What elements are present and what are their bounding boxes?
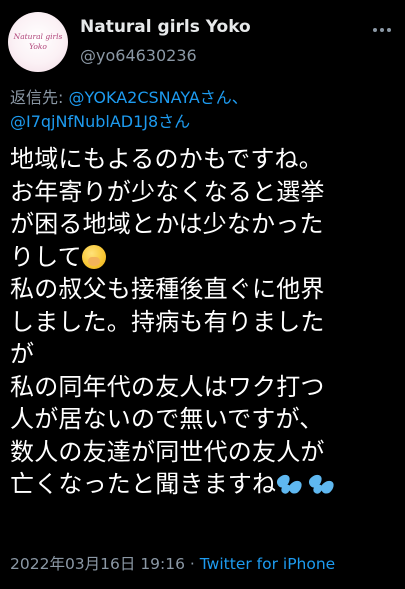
tweet-timestamp[interactable]: 2022年03月16日 19:16	[10, 555, 185, 573]
more-horizontal-icon[interactable]	[370, 20, 394, 40]
reply-prefix: 返信先:	[10, 88, 69, 107]
sweat-droplets-emoji-icon	[274, 472, 308, 496]
sweat-droplets-emoji-icon	[306, 472, 340, 496]
tweet-line: 人が居ないので無いですが、	[10, 405, 324, 433]
tweet-line: 私の同年代の友人はワク打つ	[10, 372, 325, 401]
reply-mention-2[interactable]: @I7qjNfNublAD1J8さん	[10, 112, 190, 131]
tweet-line: しました。持病も有りました	[10, 307, 325, 336]
tweet-line: が困る地域とかは少なかった	[10, 210, 324, 238]
tweet-line: が	[10, 340, 35, 368]
tweet-line: 数人の友達が同世代の友人が	[10, 437, 325, 466]
reply-to-line-2: @I7qjNfNublAD1J8さん	[10, 110, 190, 134]
reply-mention-1[interactable]: @YOKA2CSNAYAさん、	[68, 88, 247, 107]
tweet-line: お年寄りが少なくなると選挙	[10, 177, 325, 206]
tweet: Natural girls Yoko Natural girls Yoko @y…	[0, 0, 405, 589]
tweet-body: 地域にもよるのかもですね。 お年寄りが少なくなると選挙 が困る地域とかは少なかっ…	[10, 143, 405, 501]
hand-over-mouth-emoji-icon	[81, 244, 106, 269]
tweet-line-text: 亡くなったと聞きますね	[10, 470, 277, 498]
avatar[interactable]: Natural girls Yoko	[8, 12, 68, 72]
reply-to-line: 返信先: @YOKA2CSNAYAさん、	[10, 86, 400, 110]
tweet-line: 地域にもよるのかもですね。	[10, 145, 323, 173]
tweet-line-text: りして	[10, 242, 82, 271]
avatar-logo-text: Natural girls Yoko	[13, 32, 63, 51]
tweet-source-link[interactable]: Twitter for iPhone	[200, 555, 335, 573]
tweet-meta: 2022年03月16日 19:16 · Twitter for iPhone	[10, 553, 335, 575]
tweet-line: 私の叔父も接種後直ぐに他界	[10, 275, 325, 303]
meta-separator: ·	[185, 555, 200, 573]
tweet-line-with-emoji: りして	[10, 241, 405, 274]
user-handle[interactable]: @yo64630236	[80, 45, 197, 67]
display-name[interactable]: Natural girls Yoko	[80, 16, 251, 38]
tweet-line-with-emoji: 亡くなったと聞きますね	[10, 468, 405, 501]
